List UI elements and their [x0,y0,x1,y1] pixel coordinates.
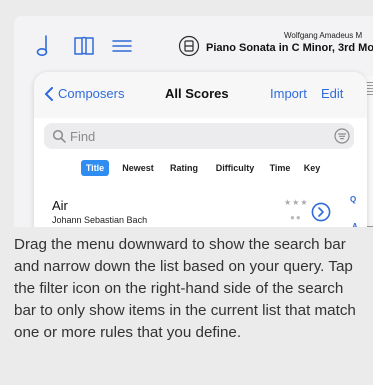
list-item-title: Air [52,198,68,213]
library-book-icon[interactable] [72,33,96,59]
edit-button[interactable]: Edit [321,86,343,101]
sort-tab-difficulty[interactable]: Difficulty [212,160,258,176]
sort-tabs: Title Newest Rating Difficulty Time Key [34,158,367,178]
sort-tab-newest[interactable]: Newest [119,160,157,176]
music-note-icon[interactable] [32,33,56,59]
chevron-left-icon [45,86,53,101]
popover-nav-bar: Composers All Scores Import Edit [34,72,367,118]
score-title: Piano Sonata in C Minor, 3rd Mo [206,42,373,54]
menu-lines-icon[interactable] [110,33,134,59]
rating-stars: ★★★ [284,198,309,207]
app-toolbar: Wolfgang Amadeus M Piano Sonata in C Min… [14,16,373,76]
nav-title: All Scores [165,86,229,101]
tutorial-caption: Drag the menu downward to show the searc… [14,236,356,341]
index-letter[interactable]: A [352,222,358,227]
back-button-label: Composers [58,86,125,101]
search-input[interactable] [70,126,310,146]
difficulty-dots: ●● [290,213,302,222]
score-composer: Wolfgang Amadeus M [284,31,363,40]
import-button[interactable]: Import [270,86,307,101]
search-icon [52,129,66,143]
sort-tab-title[interactable]: Title [81,160,109,176]
tutorial-card: Wolfgang Amadeus M Piano Sonata in C Min… [0,0,373,385]
back-composers-button[interactable]: Composers [44,86,124,101]
sort-tab-rating[interactable]: Rating [166,160,202,176]
list-item[interactable]: Air Johann Sebastian Bach ★★★ ●● Q A [34,190,367,227]
sort-tab-key[interactable]: Key [302,160,322,176]
app-screenshot: Wolfgang Amadeus M Piano Sonata in C Min… [14,16,373,227]
scores-popover: Composers All Scores Import Edit Find Ti… [34,72,367,227]
chevron-circle-icon[interactable] [311,202,331,222]
search-bar [44,123,354,149]
score-badge-icon[interactable] [178,35,200,57]
list-item-composer: Johann Sebastian Bach [52,215,148,225]
filter-icon[interactable] [334,128,350,144]
index-letter[interactable]: Q [350,195,356,204]
sort-tab-time[interactable]: Time [267,160,293,176]
